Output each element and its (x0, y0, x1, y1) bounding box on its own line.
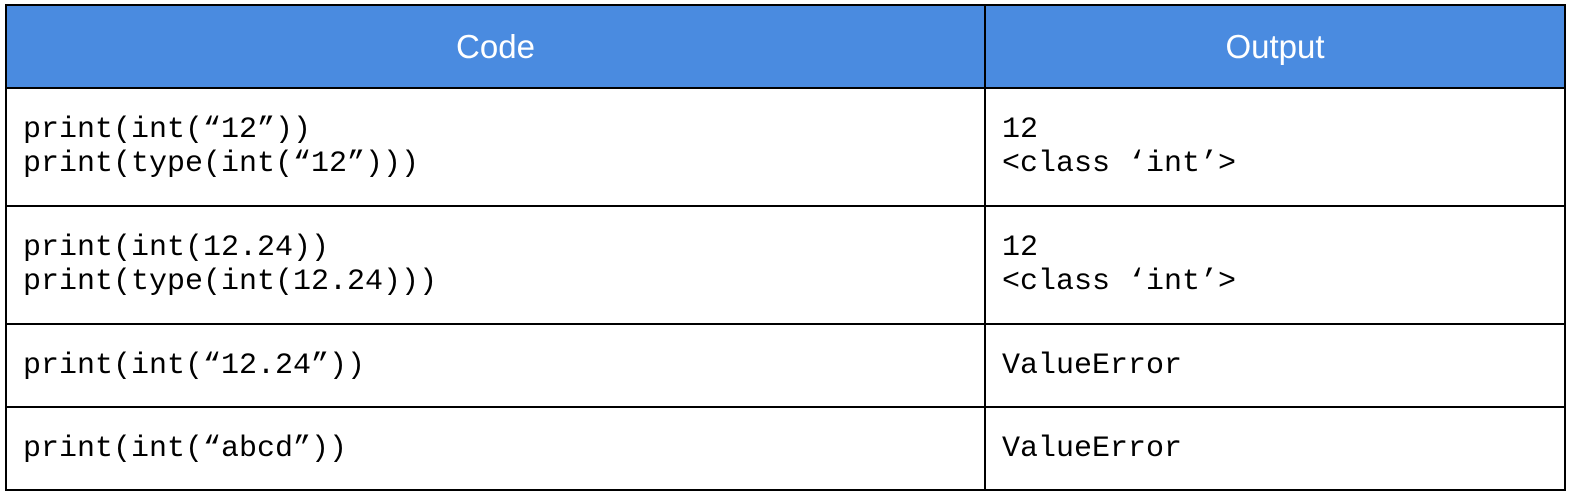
code-line: print(int(“12.24”)) (23, 348, 366, 383)
table-header-row: Code Output (5, 4, 1566, 89)
code-output-table-wrapper: Code Output print(int(“12”)) print(type(… (5, 4, 1566, 491)
code-line: print(int(“12”)) (23, 113, 312, 147)
table-row: print(int(“abcd”)) ValueError (5, 406, 1566, 491)
code-line: print(int(“abcd”)) (23, 431, 348, 466)
code-line: print(type(int(“12”))) (23, 147, 420, 181)
output-line: 12 (1002, 231, 1039, 265)
output-cell: 12 <class ‘int’> (984, 205, 1566, 325)
output-cell: 12 <class ‘int’> (984, 87, 1566, 207)
output-line: 12 (1002, 113, 1039, 147)
output-line: ValueError (1002, 431, 1183, 466)
code-line: print(type(int(12.24))) (23, 265, 438, 299)
code-line: print(int(12.24)) (23, 231, 330, 265)
code-output-table: Code Output print(int(“12”)) print(type(… (5, 4, 1566, 491)
code-cell: print(int(“12.24”)) (5, 323, 986, 408)
code-cell: print(int(“12”)) print(type(int(“12”))) (5, 87, 986, 207)
output-line: ValueError (1002, 348, 1183, 383)
code-cell: print(int(“abcd”)) (5, 406, 986, 491)
column-header-output: Output (984, 4, 1566, 89)
output-line: <class ‘int’> (1002, 265, 1237, 299)
code-cell: print(int(12.24)) print(type(int(12.24))… (5, 205, 986, 325)
column-header-code: Code (5, 4, 986, 89)
table-row: print(int(12.24)) print(type(int(12.24))… (5, 205, 1566, 325)
table-row: print(int(“12”)) print(type(int(“12”))) … (5, 87, 1566, 207)
output-line: <class ‘int’> (1002, 147, 1237, 181)
output-cell: ValueError (984, 323, 1566, 408)
output-cell: ValueError (984, 406, 1566, 491)
table-row: print(int(“12.24”)) ValueError (5, 323, 1566, 408)
